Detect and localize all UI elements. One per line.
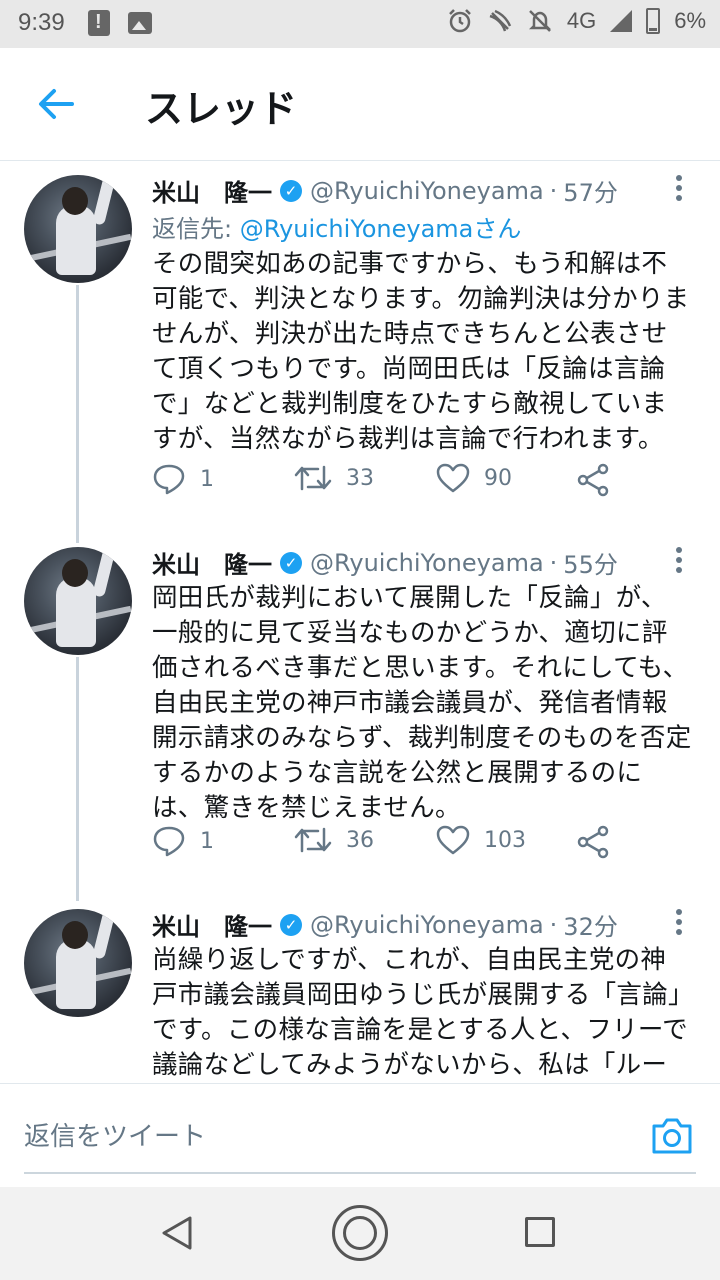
more-options-icon[interactable] [672,175,686,205]
heart-icon [436,463,470,493]
tweet-text: 岡田氏が裁判において展開した「反論」が、一般的に見て妥当なものかどうか、適切に評… [152,583,692,823]
more-options-icon[interactable] [672,547,686,577]
verified-icon: ✓ [280,551,302,574]
separator-dot: · [549,548,558,577]
retweet-count: 33 [346,465,374,491]
avatar[interactable] [24,909,132,1017]
reply-button[interactable]: 1 [152,463,214,495]
image-icon [128,12,152,34]
reply-count: 1 [200,828,214,854]
nav-recents-icon[interactable] [525,1217,555,1247]
thread-connector [76,285,79,543]
retweet-button[interactable]: 36 [294,825,374,855]
tweet-time[interactable]: 55分 [563,545,618,580]
alarm-icon [448,9,471,33]
like-button[interactable]: 103 [436,825,526,855]
tweet-time[interactable]: 32分 [563,907,618,942]
tweet-time[interactable]: 57分 [563,173,618,208]
retweet-icon [294,465,332,491]
tweet-author-name[interactable]: 米山 隆一 [152,907,272,942]
reply-underline [24,1172,696,1174]
reply-composer-bar: 返信をツイート [0,1083,720,1188]
battery-icon [646,8,661,34]
thread-list[interactable]: 米山 隆一 ✓ @RyuichiYoneyama · 57分 返信先: @Ryu… [0,161,720,1083]
share-icon [577,825,609,859]
page-title: スレッド [145,87,298,131]
share-icon [577,463,609,497]
app-header: スレッド [0,48,720,161]
thread-connector [76,657,79,901]
arrow-left-icon[interactable] [36,86,76,122]
tweet-author-handle[interactable]: @RyuichiYoneyama [310,549,544,577]
retweet-icon [294,827,332,853]
separator-dot: · [549,910,558,939]
tweet-author-name[interactable]: 米山 隆一 [152,173,272,208]
tweet-author-handle[interactable]: @RyuichiYoneyama [310,911,544,939]
tweet-author-handle[interactable]: @RyuichiYoneyama [310,177,544,205]
reply-icon [153,464,185,495]
reply-input[interactable]: 返信をツイート [24,1116,206,1153]
retweet-button[interactable]: 33 [294,463,374,493]
camera-icon[interactable] [650,1114,694,1158]
share-button[interactable] [576,825,610,859]
reply-icon [153,826,185,857]
tweet-text: 尚繰り返しですが、これが、自由民主党の神戸市議会議員岡田ゆうじ氏が展開する「言論… [152,945,688,1080]
retweet-count: 36 [346,827,374,853]
network-type: 4G [566,8,597,33]
tweet-actions: 1 33 90 [152,463,692,503]
heart-icon [436,825,470,855]
tweet-actions: 1 36 103 [152,825,692,865]
status-bar: 9:39 ! 4G 6% [0,0,720,48]
nav-home-icon[interactable] [332,1205,388,1261]
reply-button[interactable]: 1 [152,825,214,857]
signal-icon [610,10,633,32]
like-count: 90 [484,465,512,491]
verified-icon: ✓ [280,179,302,202]
like-count: 103 [484,827,526,853]
more-options-icon[interactable] [672,909,686,939]
share-button[interactable] [576,463,610,497]
avatar[interactable] [24,175,132,283]
nfc-icon [489,9,511,32]
mute-icon [528,10,551,32]
system-nav-bar [0,1187,720,1280]
tweet-author-name[interactable]: 米山 隆一 [152,545,272,580]
reply-to-label: 返信先: [152,215,240,243]
separator-dot: · [549,176,558,205]
reply-to-link[interactable]: @RyuichiYoneyamaさん [240,215,522,243]
like-button[interactable]: 90 [436,463,512,493]
battery-percent: 6% [674,8,706,33]
nav-back-icon[interactable] [160,1215,196,1251]
tweet-text: その間突如あの記事ですから、もう和解は不可能で、判決となります。勿論判決は分かり… [152,249,690,454]
reply-to-line: 返信先: @RyuichiYoneyamaさん [152,209,521,244]
alert-icon: ! [88,10,110,36]
verified-icon: ✓ [280,913,302,936]
avatar[interactable] [24,547,132,655]
reply-count: 1 [200,466,214,492]
status-time: 9:39 [18,9,65,36]
